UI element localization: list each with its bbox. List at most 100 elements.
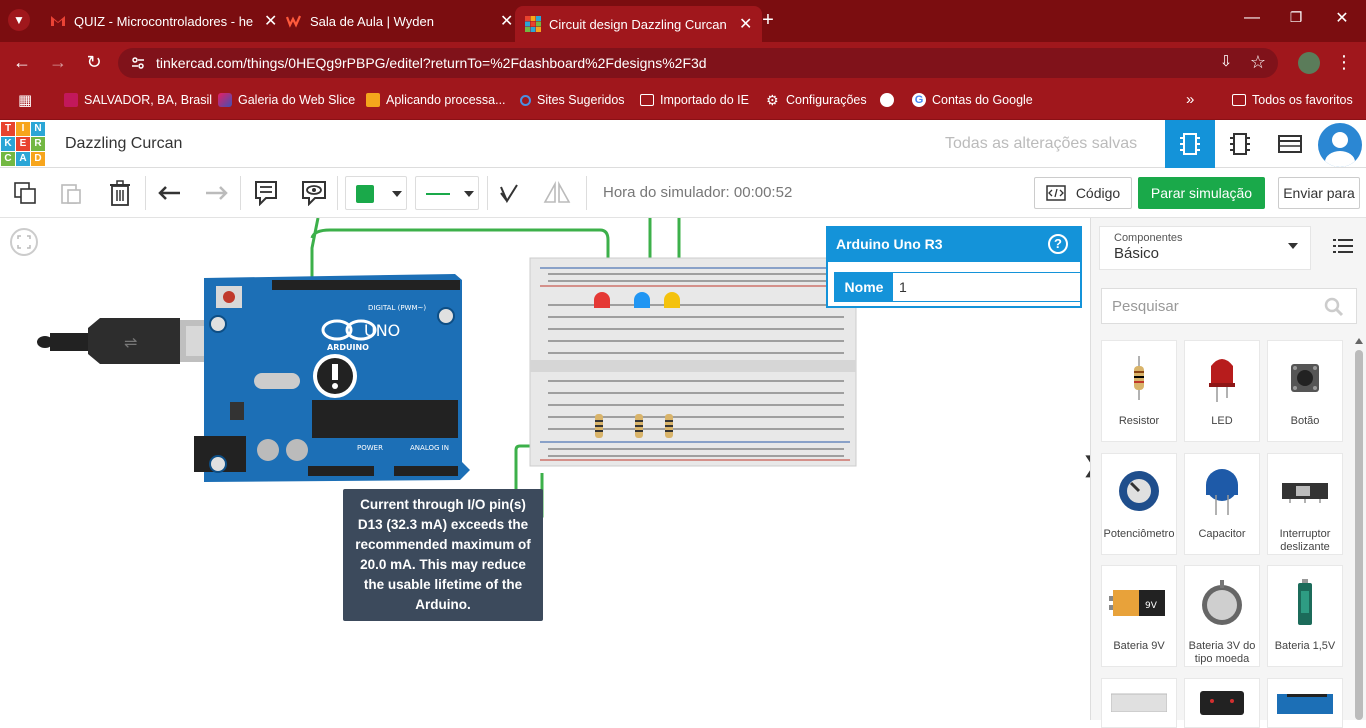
component-breadboard-small[interactable] bbox=[1101, 678, 1177, 728]
user-avatar[interactable] bbox=[1318, 123, 1362, 167]
led-icon bbox=[1209, 359, 1235, 402]
close-window-button[interactable]: ✕ bbox=[1330, 8, 1354, 28]
logo-letter: T bbox=[1, 122, 15, 136]
restore-button[interactable]: ❐ bbox=[1284, 9, 1308, 26]
component-label: Botão bbox=[1290, 415, 1320, 427]
component-arduino[interactable] bbox=[1267, 678, 1343, 728]
more-bookmarks-button[interactable]: » bbox=[1186, 91, 1194, 108]
panel-scrollbar[interactable] bbox=[1354, 338, 1364, 720]
browser-tab-strip: ▼ QUIZ - Microcontroladores - he ✕ Sala … bbox=[0, 0, 1366, 42]
component-list-button[interactable] bbox=[1265, 120, 1315, 168]
search-icon[interactable] bbox=[1324, 297, 1344, 317]
site-info-icon[interactable] bbox=[130, 55, 146, 74]
forward-button[interactable]: → bbox=[46, 52, 70, 73]
bookmark-globe[interactable] bbox=[880, 93, 900, 107]
list-table-icon bbox=[1278, 135, 1302, 153]
board-model-label: UNO bbox=[364, 321, 400, 340]
divider bbox=[337, 176, 338, 210]
code-icon bbox=[1046, 185, 1066, 201]
bookmark-aplicando[interactable]: Aplicando processa... bbox=[366, 93, 506, 107]
new-tab-button[interactable]: + bbox=[756, 9, 780, 32]
gmail-icon bbox=[50, 13, 66, 29]
globe-icon bbox=[880, 93, 894, 107]
reload-button[interactable]: ↻ bbox=[82, 52, 106, 73]
all-favorites-folder[interactable]: Todos os favoritos bbox=[1232, 93, 1353, 107]
circuit-view-icon bbox=[1180, 133, 1200, 155]
component-coin-battery[interactable]: Bateria 3V do tipo moeda bbox=[1184, 565, 1260, 667]
minimize-button[interactable]: — bbox=[1240, 9, 1264, 27]
browser-menu-icon[interactable]: ⋮ bbox=[1332, 52, 1356, 73]
wire-type-picker[interactable] bbox=[415, 176, 479, 210]
note-icon[interactable] bbox=[251, 178, 281, 208]
scrollbar-thumb[interactable] bbox=[1355, 350, 1363, 720]
component-potentiometer[interactable]: Potenciômetro bbox=[1101, 453, 1177, 555]
component-label: Potenciômetro bbox=[1103, 528, 1175, 540]
bookmark-configuracoes[interactable]: ⚙ Configurações bbox=[766, 93, 867, 107]
svg-text:⇌: ⇌ bbox=[124, 333, 137, 352]
component-slide-switch[interactable]: Interruptor deslizante bbox=[1267, 453, 1343, 555]
folder-icon bbox=[1232, 94, 1246, 106]
component-led[interactable]: LED bbox=[1184, 340, 1260, 442]
component-battery-aa[interactable]: Bateria 1,5V bbox=[1267, 565, 1343, 667]
paste-icon[interactable] bbox=[56, 178, 86, 208]
divider bbox=[586, 176, 587, 210]
bookmark-contas-google[interactable]: G Contas do Google bbox=[912, 93, 1033, 107]
component-microbit[interactable] bbox=[1184, 678, 1260, 728]
design-title[interactable]: Dazzling Curcan bbox=[65, 135, 182, 153]
logo-letter: K bbox=[1, 137, 15, 151]
led-yellow bbox=[664, 292, 680, 308]
component-search-input[interactable]: Pesquisar bbox=[1101, 288, 1357, 324]
copy-icon[interactable] bbox=[10, 178, 40, 208]
back-button[interactable]: ← bbox=[10, 52, 34, 73]
bookmark-star-icon[interactable]: ☆ bbox=[1246, 52, 1270, 73]
component-label: Resistor bbox=[1118, 415, 1160, 427]
logo-letter: R bbox=[31, 137, 45, 151]
bookmark-sites-sugeridos[interactable]: Sites Sugeridos bbox=[520, 93, 625, 107]
tinkercad-logo[interactable]: T I N K E R C A D bbox=[1, 122, 45, 166]
component-capacitor[interactable]: Capacitor bbox=[1184, 453, 1260, 555]
tab-wyden[interactable]: Sala de Aula | Wyden ✕ bbox=[276, 6, 523, 36]
component-resistor[interactable]: Resistor bbox=[1101, 340, 1177, 442]
bookmark-salvador[interactable]: SALVADOR, BA, Brasil bbox=[64, 93, 212, 107]
tab-circuit-design[interactable]: Circuit design Dazzling Curcan ✕ bbox=[515, 6, 763, 42]
close-icon[interactable]: ✕ bbox=[739, 14, 752, 34]
flip-icon[interactable] bbox=[542, 178, 572, 208]
tab-quiz[interactable]: QUIZ - Microcontroladores - he ✕ bbox=[40, 6, 287, 36]
list-view-icon[interactable] bbox=[1333, 238, 1353, 254]
name-field[interactable]: 1 bbox=[893, 273, 1081, 301]
rotate-icon[interactable] bbox=[494, 178, 524, 208]
bookmark-folder-ie[interactable]: Importado do IE bbox=[640, 93, 749, 107]
tinkercad-icon bbox=[525, 16, 541, 32]
warning-tooltip: Current through I/O pin(s) D13 (32.3 mA)… bbox=[343, 489, 543, 621]
breadboard-icon bbox=[1111, 693, 1167, 712]
components-dropdown[interactable]: Componentes Básico bbox=[1099, 226, 1311, 270]
redo-icon[interactable] bbox=[201, 178, 231, 208]
trash-icon[interactable] bbox=[105, 178, 135, 208]
close-icon[interactable]: ✕ bbox=[500, 11, 513, 31]
apps-grid-icon[interactable]: ▦ bbox=[18, 91, 32, 109]
profile-avatar[interactable] bbox=[1298, 52, 1320, 74]
capacitor-icon bbox=[1206, 469, 1238, 515]
bookmark-web-slice[interactable]: Galeria do Web Slice bbox=[218, 93, 355, 107]
stop-simulation-button[interactable]: Parar simulação bbox=[1138, 177, 1265, 209]
logo-letter: N bbox=[31, 122, 45, 136]
help-icon[interactable]: ? bbox=[1048, 234, 1068, 254]
install-app-icon[interactable]: ⇩ bbox=[1214, 52, 1238, 70]
tab-search-button[interactable]: ▼ bbox=[8, 9, 30, 31]
color-picker[interactable] bbox=[345, 176, 407, 210]
component-battery-9v[interactable]: 9V Bateria 9V bbox=[1101, 565, 1177, 667]
chevron-down-icon bbox=[392, 191, 402, 197]
undo-icon[interactable] bbox=[155, 178, 185, 208]
send-to-button[interactable]: Enviar para bbox=[1278, 177, 1360, 209]
web-slice-icon bbox=[218, 93, 232, 107]
schematic-view-button[interactable] bbox=[1215, 120, 1265, 168]
url-field[interactable]: tinkercad.com/things/0HEQg9rPBPG/editel?… bbox=[118, 48, 1278, 78]
logo-letter: E bbox=[16, 137, 30, 151]
code-button-label: Código bbox=[1075, 185, 1121, 201]
notes-visibility-icon[interactable] bbox=[299, 178, 329, 208]
battery-9v-icon: 9V bbox=[1109, 590, 1165, 616]
code-button[interactable]: Código bbox=[1034, 177, 1132, 209]
component-button[interactable]: Botão bbox=[1267, 340, 1343, 442]
component-label: LED bbox=[1211, 415, 1233, 427]
circuit-view-button[interactable] bbox=[1165, 120, 1215, 168]
